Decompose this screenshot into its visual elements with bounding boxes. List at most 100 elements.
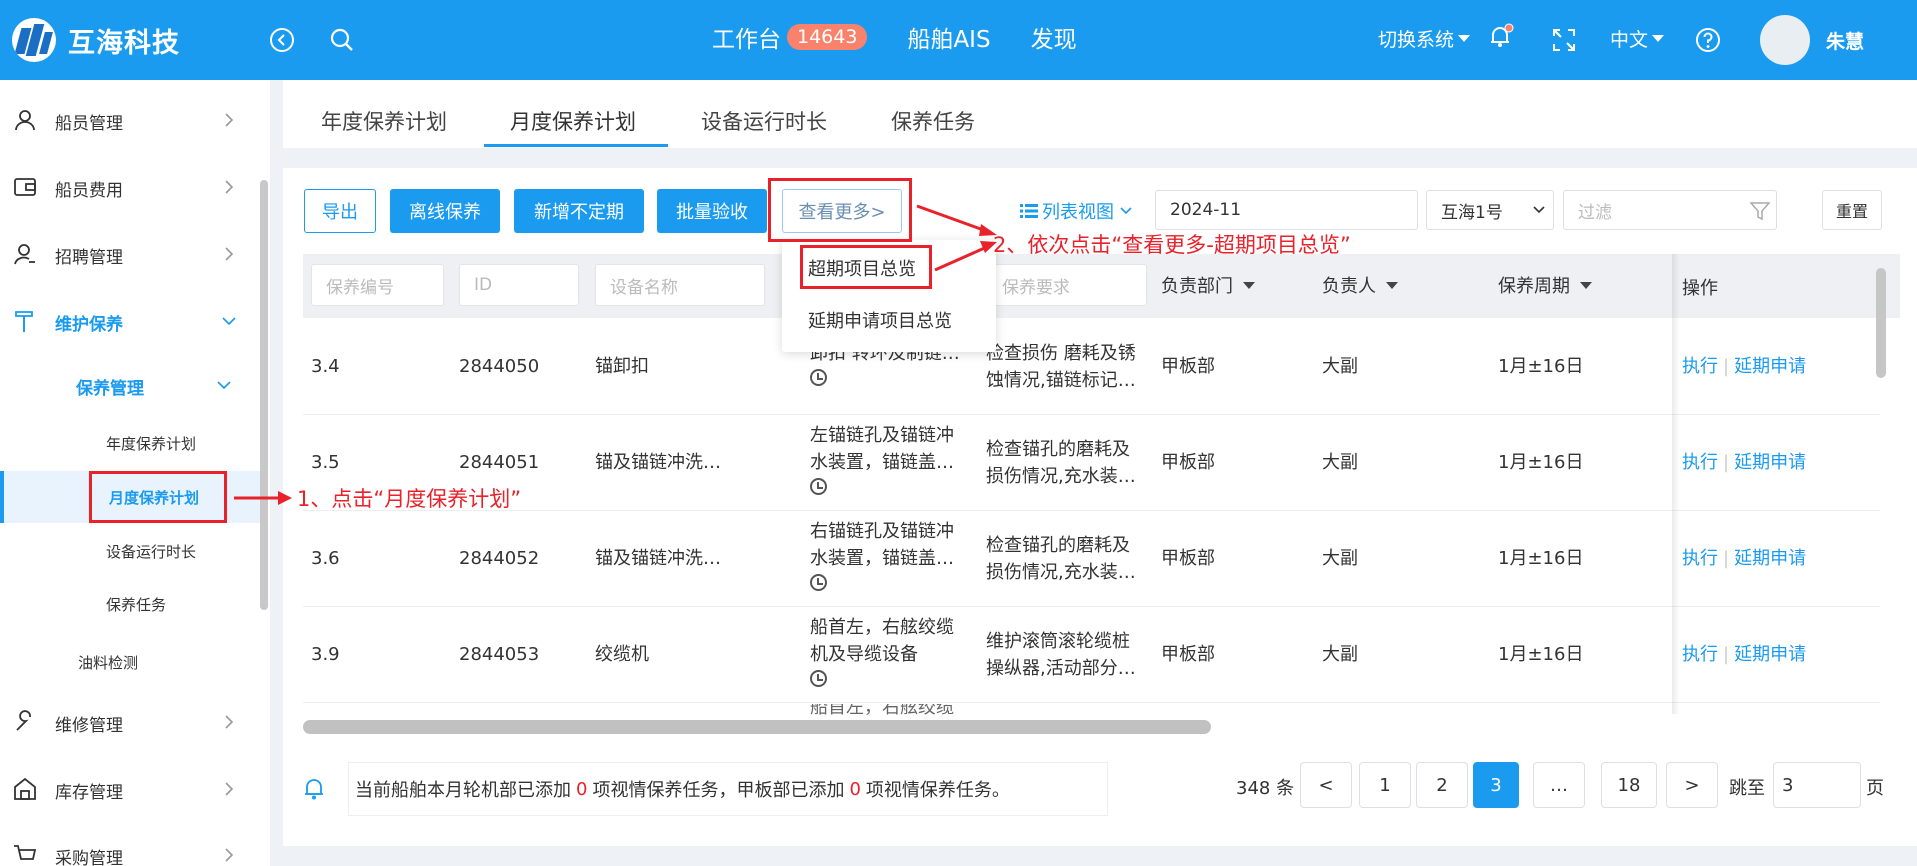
delay-overview-item[interactable]: 延期申请项目总览	[808, 307, 952, 333]
sidebar-item-run-hours[interactable]: 设备运行时长	[106, 541, 196, 562]
execute-link[interactable]: 执行	[1682, 452, 1718, 473]
sidebar-item-crew-cost[interactable]: 船员费用	[0, 168, 260, 208]
cell-actions: 执行 | 延期申请	[1682, 644, 1807, 665]
ship-select[interactable]: 互海1号	[1426, 190, 1554, 230]
tab-run-hours[interactable]: 设备运行时长	[701, 106, 827, 136]
top-header: 互海科技 工作台 14643 船舶AIS 发现 切换系统 中文 朱慧	[0, 0, 1917, 80]
sidebar-item-maint-tasks[interactable]: 保养任务	[106, 594, 166, 615]
annotation-step2: 2、依次点击“查看更多-超期项目总览”	[993, 233, 1351, 257]
tab-maint-tasks[interactable]: 保养任务	[891, 106, 975, 136]
cell-content: 左锚链孔及锚链冲水装置，锚链盖…	[810, 422, 968, 506]
next-page-button[interactable]: >	[1666, 762, 1718, 808]
filter-input[interactable]: 过滤	[1563, 190, 1777, 230]
cell-id: 2844053	[459, 644, 540, 665]
logo-icon	[12, 18, 56, 62]
logo-text: 互海科技	[68, 27, 180, 59]
help-icon[interactable]	[1694, 26, 1722, 54]
fullscreen-icon[interactable]	[1550, 26, 1578, 54]
annotation-arrows	[916, 204, 997, 272]
execute-link[interactable]: 执行	[1682, 356, 1718, 377]
batch-accept-button[interactable]: 批量验收	[657, 189, 767, 233]
sidebar-item-label: 船员费用	[55, 180, 123, 201]
tab-monthly-plan[interactable]: 月度保养计划	[510, 106, 636, 136]
total-count: 348 条	[1236, 778, 1295, 799]
delay-apply-link[interactable]: 延期申请	[1734, 644, 1806, 665]
sidebar-item-recruit[interactable]: 招聘管理	[0, 235, 260, 275]
language-dropdown[interactable]: 中文	[1610, 25, 1665, 52]
export-button[interactable]: 导出	[304, 189, 376, 233]
sidebar-scrollbar[interactable]	[260, 180, 268, 610]
sidebar-item-purchase[interactable]: 采购管理	[0, 836, 260, 866]
filter-id[interactable]: ID	[459, 264, 579, 306]
avatar[interactable]	[1760, 15, 1810, 65]
table-hscrollbar[interactable]	[303, 720, 1211, 734]
cell-actions: 执行 | 延期申请	[1682, 452, 1807, 473]
th-cycle[interactable]: 保养周期	[1498, 272, 1592, 298]
cell-requirement: 维护滚筒滚轮缆桩操纵器,活动部分…	[986, 631, 1136, 679]
reset-button[interactable]: 重置	[1822, 190, 1882, 230]
filter-requirement[interactable]: 保养要求	[987, 264, 1147, 306]
delay-apply-link[interactable]: 延期申请	[1734, 548, 1806, 569]
switch-system-dropdown[interactable]: 切换系统	[1378, 25, 1471, 52]
delay-apply-link[interactable]: 延期申请	[1734, 356, 1806, 377]
th-dept[interactable]: 负责部门	[1161, 272, 1255, 298]
sidebar-item-label: 招聘管理	[55, 247, 123, 268]
add-irregular-button[interactable]: 新增不定期	[514, 189, 644, 233]
delay-apply-link[interactable]: 延期申请	[1734, 452, 1806, 473]
cell-code: 3.6	[311, 548, 340, 569]
sidebar-subgroup-maintenance-mgmt[interactable]: 保养管理	[0, 366, 260, 406]
cell-id: 2844052	[459, 548, 540, 569]
list-view-label: 列表视图	[1042, 202, 1114, 223]
cell-dept: 甲板部	[1161, 452, 1215, 473]
page-1[interactable]: 1	[1359, 762, 1411, 808]
sidebar-item-label: 采购管理	[55, 848, 123, 866]
execute-link[interactable]: 执行	[1682, 644, 1718, 665]
cell-content: 船首左，右舷绞缆机及导缆设备	[810, 614, 968, 698]
cell-cycle: 1月±16日	[1498, 644, 1584, 665]
filter-placeholder: 过滤	[1578, 202, 1612, 223]
page-3[interactable]: 3	[1473, 762, 1519, 808]
back-circle-icon[interactable]	[268, 26, 296, 54]
jump-page-input[interactable]: 3	[1773, 762, 1861, 808]
cell-code: 3.4	[311, 356, 340, 377]
sidebar-item-maintenance[interactable]: 维护保养	[0, 302, 260, 342]
sidebar-item-oil-test[interactable]: 油料检测	[78, 652, 138, 673]
tab-annual-plan[interactable]: 年度保养计划	[321, 106, 447, 136]
search-icon[interactable]	[328, 26, 356, 54]
cell-owner: 大副	[1322, 548, 1358, 569]
month-picker[interactable]: 2024-11	[1155, 190, 1418, 230]
nav-discover[interactable]: 发现	[1031, 20, 1077, 54]
nav-ais[interactable]: 船舶AIS	[907, 20, 990, 54]
filter-code[interactable]: 保养编号	[311, 264, 444, 306]
page-2[interactable]: 2	[1416, 762, 1468, 808]
bell-icon[interactable]	[1486, 22, 1514, 50]
logo[interactable]: 互海科技	[12, 18, 180, 62]
cell-owner: 大副	[1322, 644, 1358, 665]
notice-count-deck: 0	[849, 778, 861, 800]
jump-label: 跳至	[1729, 778, 1765, 799]
sidebar-item-annual-plan[interactable]: 年度保养计划	[106, 433, 196, 454]
th-owner[interactable]: 负责人	[1322, 272, 1398, 298]
cell-device: 锚及锚链冲洗…	[595, 548, 721, 569]
sidebar-item-repair[interactable]: 维修管理	[0, 703, 260, 743]
nav-workbench-label: 工作台	[712, 27, 781, 53]
nav-workbench[interactable]: 工作台 14643	[712, 20, 868, 54]
page-ellipsis[interactable]: …	[1533, 762, 1585, 808]
list-view-toggle[interactable]: 列表视图	[1020, 198, 1132, 224]
cell-code: 3.5	[311, 452, 340, 473]
sidebar-item-crew[interactable]: 船员管理	[0, 101, 260, 141]
offline-maint-button[interactable]: 离线保养	[390, 189, 500, 233]
table-vscrollbar[interactable]	[1876, 268, 1886, 378]
table-row: 3.4 2844050 锚卸扣 卸扣 转环及制链… 检查损伤 磨耗及锈蚀情况,锚…	[303, 320, 1880, 415]
cell-cycle: 1月±16日	[1498, 452, 1584, 473]
filter-icon[interactable]	[1750, 201, 1770, 221]
sidebar-item-inventory[interactable]: 库存管理	[0, 770, 260, 810]
prev-page-button[interactable]: <	[1300, 762, 1352, 808]
chevron-right-icon	[225, 848, 234, 862]
wrench-icon	[16, 710, 31, 731]
execute-link[interactable]: 执行	[1682, 548, 1718, 569]
cell-id: 2844050	[459, 356, 540, 377]
filter-device[interactable]: 设备名称	[595, 264, 765, 306]
user-name[interactable]: 朱慧	[1826, 27, 1864, 54]
page-18[interactable]: 18	[1601, 762, 1657, 808]
